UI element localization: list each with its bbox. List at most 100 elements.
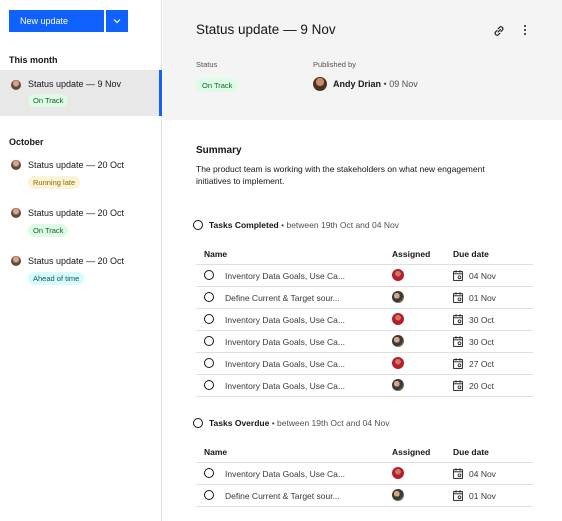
- group-subtitle: between 19th Oct and 04 Nov: [286, 220, 399, 230]
- assignee-avatar: [392, 313, 404, 325]
- table-row[interactable]: Inventory Data Goals, Use Ca... 04 Nov: [196, 265, 533, 287]
- due-date: 01 Nov: [469, 293, 496, 303]
- group-tasks-completed[interactable]: Tasks Completed • between 19th Oct and 0…: [193, 220, 399, 230]
- column-header-name: Name: [204, 447, 228, 457]
- status-badge: Running late: [28, 176, 81, 189]
- published-label: Published by: [313, 60, 356, 69]
- calendar-icon: [453, 292, 463, 303]
- sidebar-item-status-20-oct-3[interactable]: Status update — 20 Oct Ahead of time: [0, 248, 162, 292]
- sidebar-item-title: Status update — 20 Oct: [28, 208, 125, 218]
- overflow-menu-icon[interactable]: [520, 23, 530, 37]
- sidebar-item-title: Status update — 20 Oct: [28, 160, 125, 170]
- circle-icon[interactable]: [204, 292, 214, 302]
- sidebar: New update This month Status update — 9 …: [0, 0, 162, 521]
- new-update-menu-button[interactable]: [106, 10, 128, 32]
- table-row[interactable]: Define Current & Target sour... 01 Nov: [196, 485, 533, 507]
- author-avatar: [313, 77, 327, 91]
- due-date: 04 Nov: [469, 469, 496, 479]
- due-date: 01 Nov: [469, 491, 496, 501]
- page-header: Status update — 9 Nov Status Published b…: [163, 0, 562, 120]
- status-badge: On Track: [196, 78, 239, 92]
- column-header-due-date: Due date: [453, 249, 489, 259]
- status-label: Status: [196, 60, 218, 69]
- tasks-overdue-table: Name Assigned Due date Inventory Data Go…: [196, 441, 533, 507]
- due-date: 27 Oct: [469, 359, 495, 369]
- link-icon[interactable]: [492, 24, 506, 38]
- published-date: 09 Nov: [389, 79, 418, 89]
- table-row[interactable]: Inventory Data Goals, Use Ca... 30 Oct: [196, 331, 533, 353]
- task-name: Define Current & Target sour...: [225, 293, 340, 303]
- table-row[interactable]: Inventory Data Goals, Use Ca... 20 Oct: [196, 375, 533, 397]
- task-name: Inventory Data Goals, Use Ca...: [225, 381, 345, 391]
- table-row[interactable]: Inventory Data Goals, Use Ca... 27 Oct: [196, 353, 533, 375]
- summary-title: Summary: [196, 145, 242, 156]
- table-row[interactable]: Inventory Data Goals, Use Ca... 30 Oct: [196, 309, 533, 331]
- assignee-avatar: [392, 357, 404, 369]
- column-header-assigned: Assigned: [392, 249, 431, 259]
- assignee-avatar: [392, 379, 404, 391]
- avatar: [11, 256, 21, 266]
- sidebar-item-status-9-nov[interactable]: Status update — 9 Nov On Track: [0, 70, 162, 116]
- section-title-this-month: This month: [9, 55, 58, 65]
- calendar-icon: [453, 314, 463, 325]
- sidebar-item-status-20-oct-1[interactable]: Status update — 20 Oct Running late: [0, 152, 162, 196]
- task-name: Inventory Data Goals, Use Ca...: [225, 271, 345, 281]
- new-update-button-group: New update: [9, 10, 128, 32]
- task-name: Inventory Data Goals, Use Ca...: [225, 337, 345, 347]
- status-badge: On Track: [28, 224, 69, 237]
- sidebar-item-status-20-oct-2[interactable]: Status update — 20 Oct On Track: [0, 200, 162, 244]
- circle-icon[interactable]: [204, 380, 214, 390]
- circle-icon[interactable]: [204, 358, 214, 368]
- author-name: Andy Drian: [333, 79, 382, 89]
- calendar-icon: [453, 490, 463, 501]
- circle-icon[interactable]: [204, 490, 214, 500]
- due-date: 20 Oct: [469, 381, 495, 391]
- assignee-avatar: [392, 335, 404, 347]
- section-title-october: October: [9, 137, 44, 147]
- task-name: Define Current & Target sour...: [225, 491, 340, 501]
- calendar-icon: [453, 336, 463, 347]
- sidebar-item-title: Status update — 9 Nov: [28, 79, 122, 89]
- circle-icon[interactable]: [204, 336, 214, 346]
- chevron-down-icon: [113, 19, 121, 24]
- task-name: Inventory Data Goals, Use Ca...: [225, 469, 345, 479]
- calendar-icon: [453, 358, 463, 369]
- due-date: 30 Oct: [469, 315, 495, 325]
- group-tasks-overdue[interactable]: Tasks Overdue • between 19th Oct and 04 …: [193, 418, 390, 428]
- tasks-completed-table: Name Assigned Due date Inventory Data Go…: [196, 243, 533, 397]
- calendar-icon: [453, 270, 463, 281]
- task-name: Inventory Data Goals, Use Ca...: [225, 315, 345, 325]
- assignee-avatar: [392, 489, 404, 501]
- due-date: 30 Oct: [469, 337, 495, 347]
- circle-icon: [193, 418, 203, 428]
- new-update-button[interactable]: New update: [9, 10, 104, 32]
- summary-text: The product team is working with the sta…: [196, 164, 485, 186]
- circle-icon: [193, 220, 203, 230]
- table-row[interactable]: Define Current & Target sour... 01 Nov: [196, 287, 533, 309]
- table-header: Name Assigned Due date: [196, 243, 533, 265]
- circle-icon[interactable]: [204, 468, 214, 478]
- avatar: [11, 208, 21, 218]
- calendar-icon: [453, 380, 463, 391]
- table-row[interactable]: Inventory Data Goals, Use Ca... 04 Nov: [196, 463, 533, 485]
- group-title: Tasks Completed: [209, 220, 279, 230]
- group-title: Tasks Overdue: [209, 418, 270, 428]
- status-badge: Ahead of time: [28, 272, 85, 285]
- avatar: [11, 80, 21, 90]
- avatar: [11, 160, 21, 170]
- due-date: 04 Nov: [469, 271, 496, 281]
- sidebar-item-title: Status update — 20 Oct: [28, 256, 125, 266]
- circle-icon[interactable]: [204, 270, 214, 280]
- group-subtitle: between 19th Oct and 04 Nov: [277, 418, 390, 428]
- table-header: Name Assigned Due date: [196, 441, 533, 463]
- assignee-avatar: [392, 467, 404, 479]
- circle-icon[interactable]: [204, 314, 214, 324]
- author-info: Andy Drian • 09 Nov: [333, 79, 418, 89]
- column-header-due-date: Due date: [453, 447, 489, 457]
- page-title: Status update — 9 Nov: [196, 22, 336, 37]
- task-name: Inventory Data Goals, Use Ca...: [225, 359, 345, 369]
- calendar-icon: [453, 468, 463, 479]
- column-header-assigned: Assigned: [392, 447, 431, 457]
- assignee-avatar: [392, 269, 404, 281]
- status-badge: On Track: [28, 94, 69, 107]
